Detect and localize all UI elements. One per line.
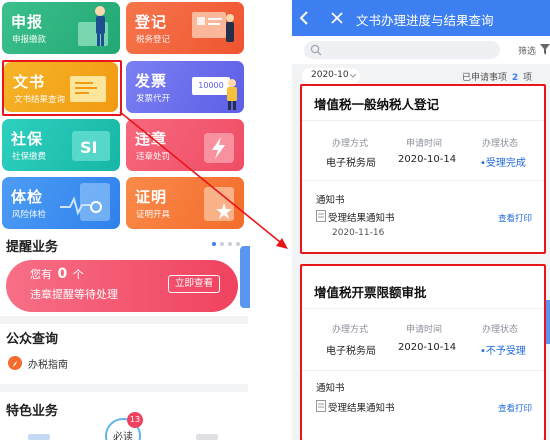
applied-count: 已申请事项 2 项 xyxy=(462,70,532,83)
card-highlight xyxy=(300,84,546,254)
search-input[interactable] xyxy=(304,41,500,59)
card-highlight xyxy=(300,264,546,440)
date-filter-row: 2020-10 已申请事项 2 项 xyxy=(292,64,550,86)
screenshot-root: 申报 申报缴款 登记 税务登记 文书 文书结果查询 发票 发票代开 10000 … xyxy=(0,0,550,440)
applied-prefix: 已申请事项 xyxy=(462,73,508,83)
applied-suffix: 项 xyxy=(523,73,533,83)
date-dropdown-value: 2020-10 xyxy=(311,70,349,80)
search-row: 筛选 xyxy=(292,36,550,64)
header-title: 文书办理进度与结果查询 xyxy=(356,13,494,28)
back-arrow-icon[interactable] xyxy=(298,10,310,26)
right-panel: 文书办理进度与结果查询 筛选 2020-10 已申请事项 2 项 增值税一般纳税… xyxy=(292,0,550,440)
search-icon xyxy=(310,44,322,56)
close-icon[interactable] xyxy=(330,11,344,25)
filter-icon[interactable] xyxy=(540,44,550,55)
date-dropdown[interactable]: 2020-10 xyxy=(302,68,360,84)
applied-number: 2 xyxy=(511,73,519,83)
side-scroll-tab[interactable] xyxy=(546,300,550,344)
header-bar: 文书办理进度与结果查询 xyxy=(292,0,550,36)
filter-button[interactable]: 筛选 xyxy=(518,44,536,57)
chevron-down-icon xyxy=(350,74,356,78)
